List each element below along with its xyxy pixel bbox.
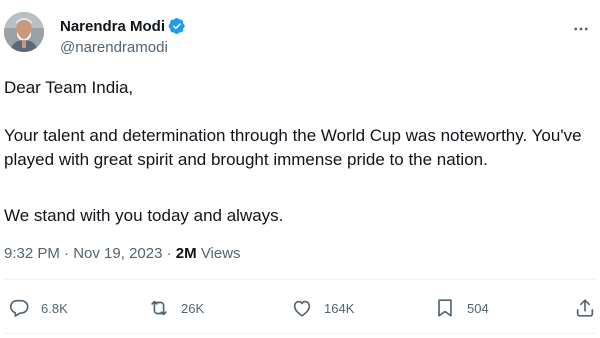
tweet-date[interactable]: Nov 19, 2023: [73, 245, 162, 262]
tweet-header: Narendra Modi @narendramodi: [4, 12, 596, 62]
tweet-metadata: 9:32 PM · Nov 19, 2023 · 2M Views: [4, 245, 241, 262]
views-label: Views: [200, 245, 241, 262]
bookmark-count: 504: [467, 300, 489, 316]
like-button[interactable]: 164K: [291, 297, 354, 319]
tweet-paragraph: We stand with you today and always.: [4, 206, 284, 225]
tweet-paragraph: Dear Team India,: [4, 78, 134, 97]
tweet-time[interactable]: 9:32 PM: [4, 245, 60, 262]
tweet-paragraph: Your talent and determination through th…: [4, 126, 582, 169]
bookmark-button[interactable]: 504: [434, 297, 489, 319]
share-icon: [576, 299, 594, 317]
reply-count: 6.8K: [41, 300, 68, 316]
avatar[interactable]: [4, 12, 44, 52]
author-handle[interactable]: @narendramodi: [60, 39, 168, 56]
divider: [4, 333, 596, 334]
retweet-button[interactable]: 26K: [148, 297, 204, 319]
author-display-name[interactable]: Narendra Modi: [60, 18, 165, 35]
views-count: 2M: [175, 245, 197, 262]
retweet-count: 26K: [181, 300, 205, 316]
reply-button[interactable]: 6.8K: [8, 297, 68, 319]
meta-separator: ·: [162, 245, 176, 262]
bookmark-icon: [438, 299, 452, 317]
heart-icon: [293, 300, 311, 317]
divider: [4, 279, 596, 280]
retweet-icon: [151, 300, 167, 316]
more-horizontal-icon[interactable]: [572, 20, 590, 39]
author-name-row: Narendra Modi: [60, 16, 186, 36]
meta-separator: ·: [59, 245, 74, 262]
tweet-card: Narendra Modi @narendramodi Dear Team In…: [0, 0, 600, 338]
share-button[interactable]: [574, 297, 596, 319]
verified-badge-icon[interactable]: [168, 17, 186, 35]
avatar-image: [4, 12, 44, 52]
like-count: 164K: [324, 300, 355, 316]
action-bar: 6.8K 26K 164K 504: [0, 285, 600, 333]
reply-icon: [9, 299, 29, 317]
